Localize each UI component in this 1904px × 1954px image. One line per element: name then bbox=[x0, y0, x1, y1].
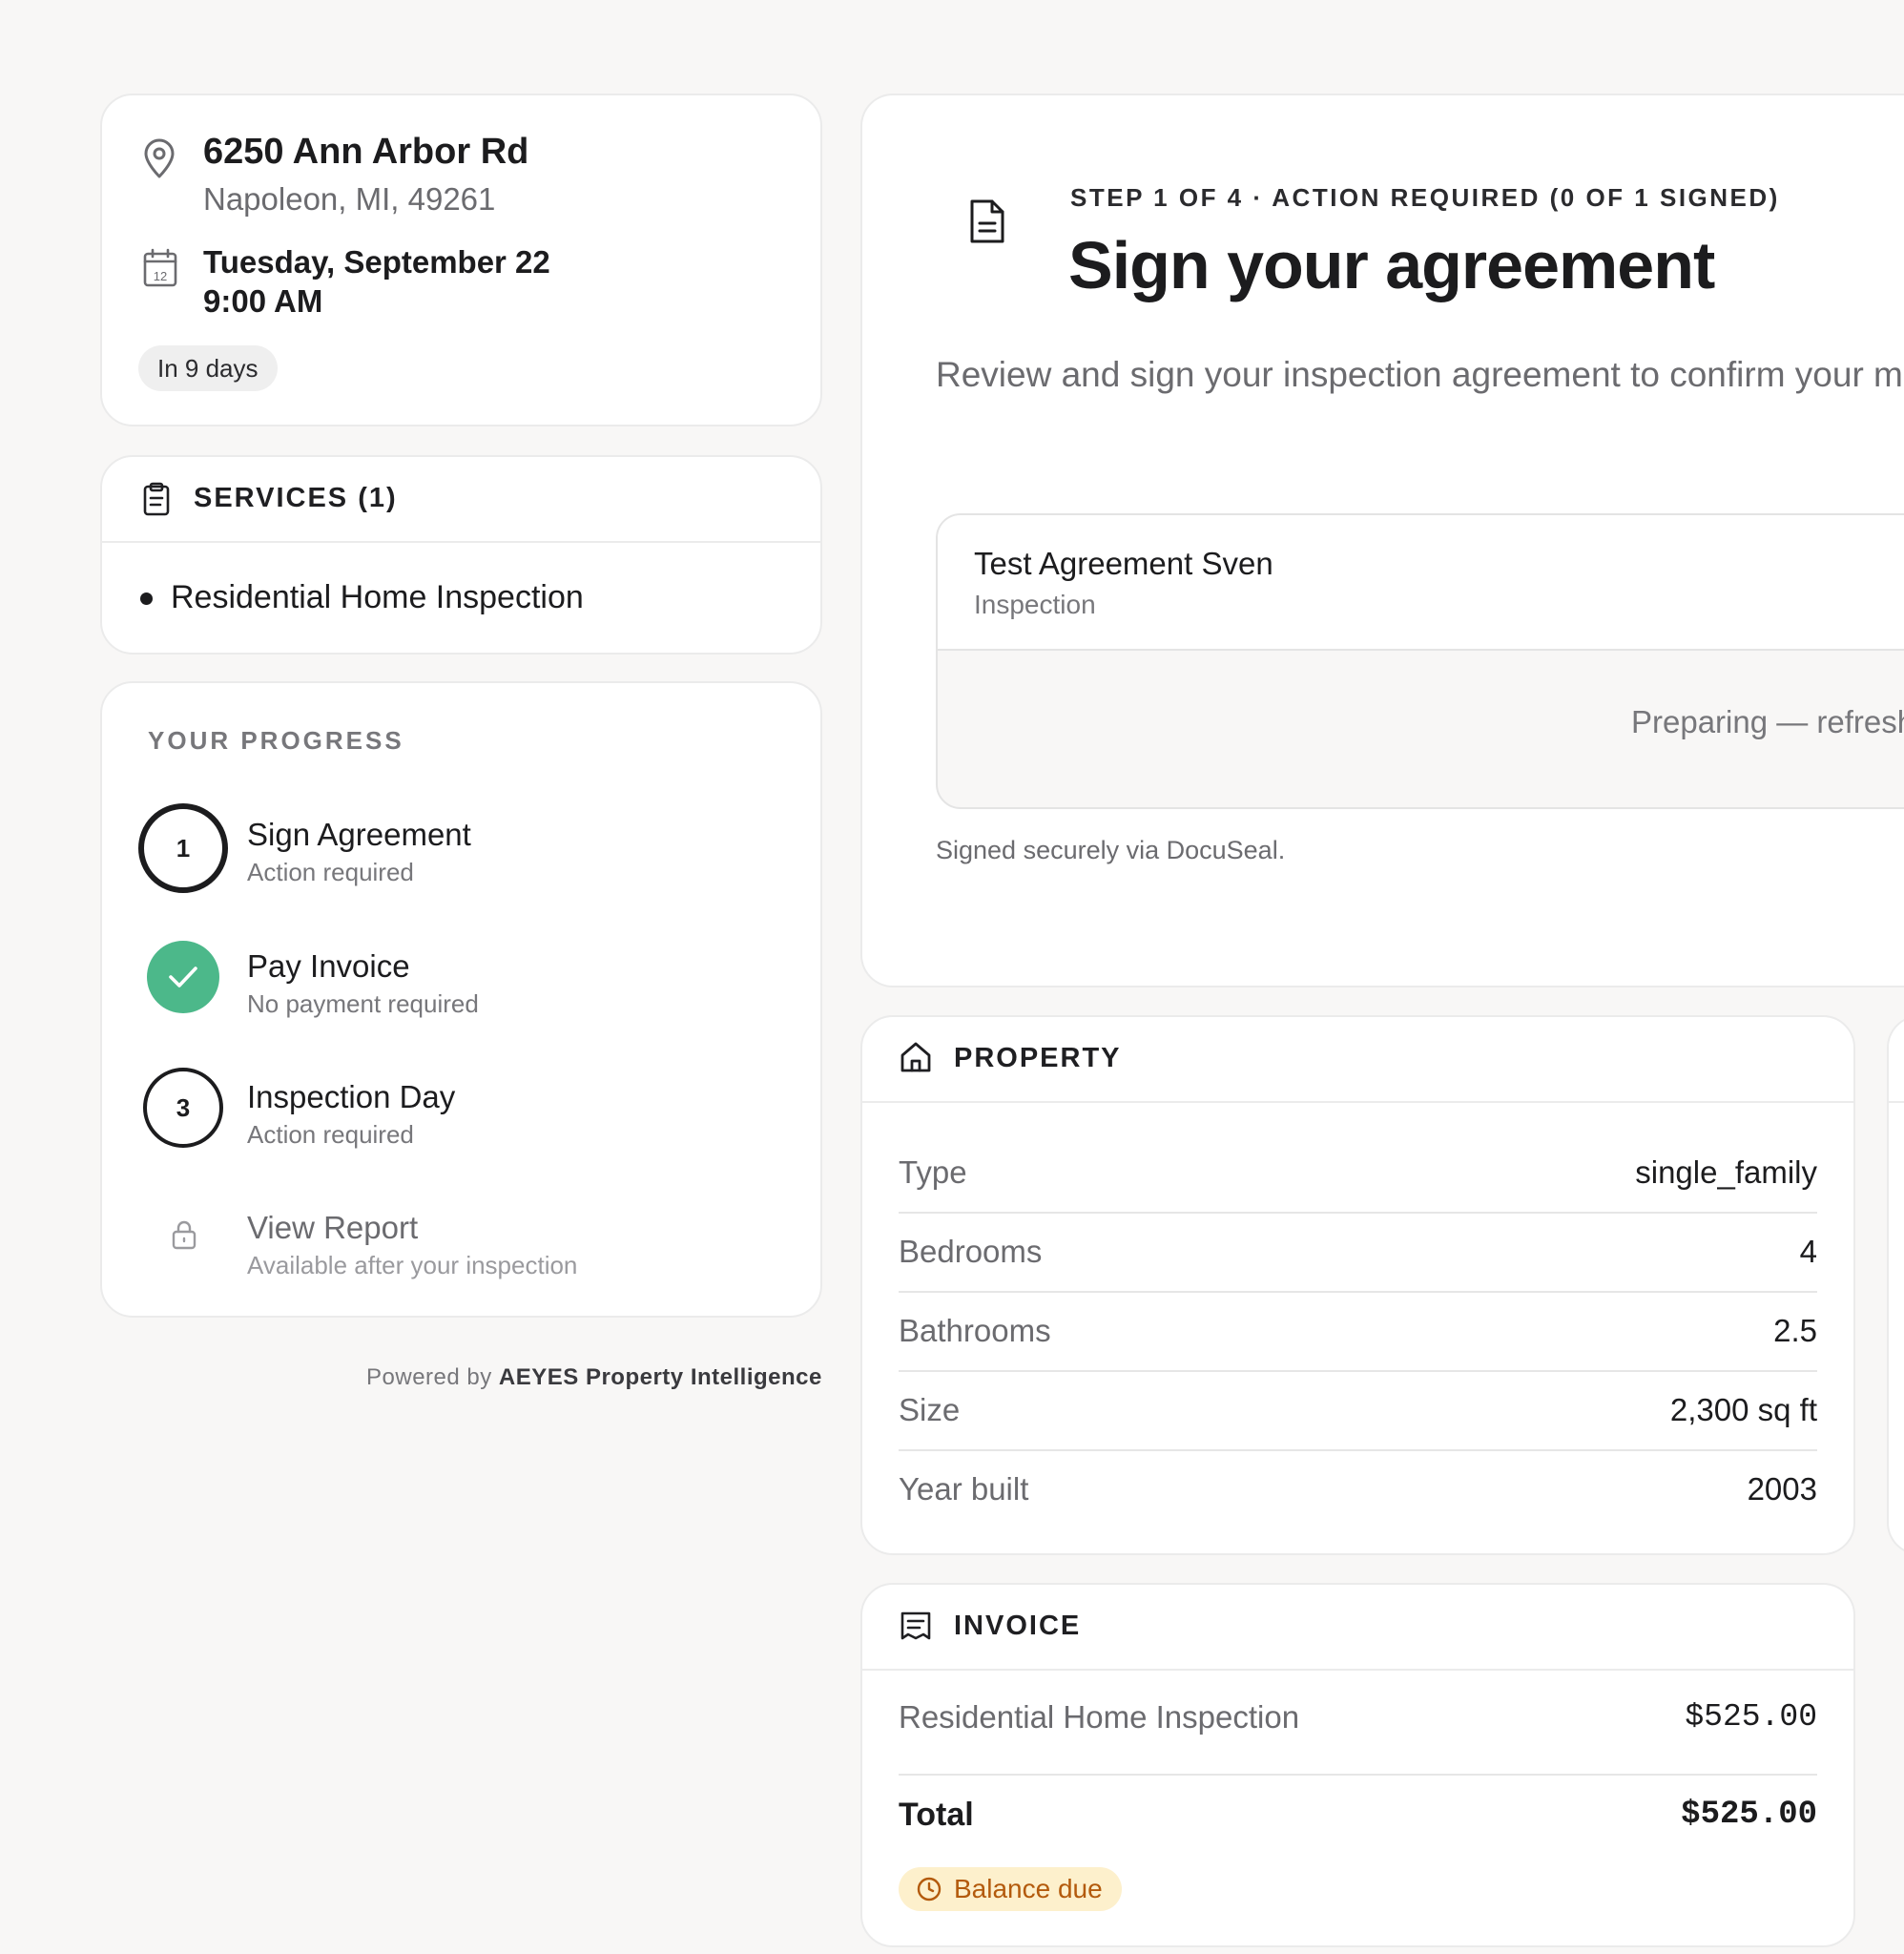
svg-text:12: 12 bbox=[154, 269, 167, 283]
step-subtitle: Action required bbox=[247, 858, 414, 886]
step-number-badge: 1 bbox=[138, 803, 228, 893]
bullet bbox=[140, 592, 153, 605]
calendar-icon: 12 bbox=[142, 248, 178, 288]
property-label: Bedrooms bbox=[899, 1234, 1043, 1269]
property-header: PROPERTY bbox=[862, 1017, 1853, 1103]
address-line1: 6250 Ann Arbor Rd bbox=[203, 132, 529, 172]
agreement-document[interactable]: Test Agreement Sven Inspection Preparing… bbox=[936, 513, 1904, 809]
invoice-title: INVOICE bbox=[954, 1611, 1082, 1641]
property-value: 2003 bbox=[1747, 1471, 1817, 1507]
property-row-bathrooms: Bathrooms 2.5 bbox=[899, 1292, 1817, 1372]
step-subtitle: Available after your inspection bbox=[247, 1251, 578, 1279]
property-row-bedrooms: Bedrooms 4 bbox=[899, 1213, 1817, 1293]
line-item-label: Residential Home Inspection bbox=[899, 1699, 1300, 1735]
step-subtitle: Action required bbox=[247, 1120, 414, 1149]
clipboard-icon bbox=[142, 482, 171, 516]
receipt-icon bbox=[899, 1610, 933, 1642]
home-icon bbox=[899, 1040, 933, 1074]
progress-step-sign-agreement[interactable]: 1 Sign Agreement Action required bbox=[102, 788, 820, 893]
document-type: Inspection bbox=[974, 590, 1096, 619]
appointment-date: Tuesday, September 22 bbox=[203, 244, 550, 280]
adjacent-card bbox=[1887, 1015, 1904, 1555]
property-label: Type bbox=[899, 1154, 967, 1190]
address-line2: Napoleon, MI, 49261 bbox=[203, 181, 496, 217]
line-item-amount: $525.00 bbox=[1685, 1699, 1817, 1735]
step-title: Sign Agreement bbox=[247, 817, 471, 852]
invoice-header: INVOICE bbox=[862, 1585, 1853, 1671]
total-amount: $525.00 bbox=[1681, 1797, 1817, 1833]
property-card: PROPERTY Type single_family Bedrooms 4 B… bbox=[860, 1015, 1855, 1555]
step-number-badge: 3 bbox=[143, 1068, 223, 1148]
powered-by-footer: Powered by AEYES Property Intelligence bbox=[366, 1364, 822, 1391]
property-row-size: Size 2,300 sq ft bbox=[899, 1371, 1817, 1451]
agreement-card: STEP 1 OF 4 · ACTION REQUIRED (0 OF 1 SI… bbox=[860, 94, 1904, 987]
powered-by-brand[interactable]: AEYES Property Intelligence bbox=[499, 1364, 822, 1390]
appointment-time: 9:00 AM bbox=[203, 283, 323, 319]
step-title: Inspection Day bbox=[247, 1079, 456, 1114]
check-icon bbox=[147, 941, 219, 1013]
step-subtitle: No payment required bbox=[247, 989, 479, 1018]
clock-icon bbox=[916, 1876, 942, 1902]
services-header: SERVICES (1) bbox=[102, 457, 820, 543]
balance-due-badge: Balance due bbox=[899, 1867, 1122, 1911]
services-card: SERVICES (1) Residential Home Inspection bbox=[100, 455, 822, 655]
agreement-description: Review and sign your inspection agreemen… bbox=[936, 355, 1904, 394]
invoice-line-item: Residential Home Inspection $525.00 bbox=[899, 1669, 1817, 1776]
powered-by-prefix: Powered by bbox=[366, 1364, 492, 1390]
step-label: STEP 1 OF 4 · ACTION REQUIRED (0 OF 1 SI… bbox=[1070, 183, 1780, 212]
total-label: Total bbox=[899, 1797, 974, 1833]
badge-label: Balance due bbox=[954, 1874, 1103, 1903]
countdown-badge: In 9 days bbox=[138, 345, 278, 391]
property-row-year-built: Year built 2003 bbox=[899, 1450, 1817, 1528]
page-title: Sign your agreement bbox=[1068, 228, 1715, 302]
appointment-card: 6250 Ann Arbor Rd Napoleon, MI, 49261 12… bbox=[100, 94, 822, 426]
progress-step-inspection-day[interactable]: 3 Inspection Day Action required bbox=[102, 1050, 820, 1149]
property-label: Size bbox=[899, 1392, 961, 1427]
property-title: PROPERTY bbox=[954, 1043, 1122, 1073]
step-title: View Report bbox=[247, 1210, 419, 1245]
property-label: Year built bbox=[899, 1471, 1029, 1507]
lock-icon bbox=[171, 1219, 197, 1250]
progress-step-view-report: View Report Available after your inspect… bbox=[102, 1181, 820, 1279]
property-value: single_family bbox=[1635, 1154, 1817, 1190]
services-title: SERVICES (1) bbox=[194, 483, 398, 513]
adjacent-card-header bbox=[1889, 1017, 1904, 1103]
document-icon bbox=[967, 197, 1007, 245]
property-value: 2.5 bbox=[1773, 1313, 1817, 1348]
property-value: 4 bbox=[1799, 1234, 1817, 1269]
map-pin-icon bbox=[142, 137, 176, 179]
document-status: Preparing — refresh bbox=[1631, 704, 1904, 739]
property-value: 2,300 sq ft bbox=[1669, 1392, 1817, 1427]
document-header: Test Agreement Sven Inspection bbox=[938, 515, 1904, 651]
document-name: Test Agreement Sven bbox=[974, 546, 1273, 581]
invoice-card: INVOICE Residential Home Inspection $525… bbox=[860, 1583, 1855, 1947]
progress-card: YOUR PROGRESS 1 Sign Agreement Action re… bbox=[100, 681, 822, 1318]
progress-title: YOUR PROGRESS bbox=[148, 726, 404, 755]
service-item: Residential Home Inspection bbox=[171, 579, 584, 615]
progress-step-pay-invoice[interactable]: Pay Invoice No payment required bbox=[102, 920, 820, 1018]
property-row-type: Type single_family bbox=[899, 1133, 1817, 1214]
secure-signing-note: Signed securely via DocuSeal. bbox=[936, 836, 1286, 864]
step-title: Pay Invoice bbox=[247, 948, 410, 984]
property-label: Bathrooms bbox=[899, 1313, 1051, 1348]
